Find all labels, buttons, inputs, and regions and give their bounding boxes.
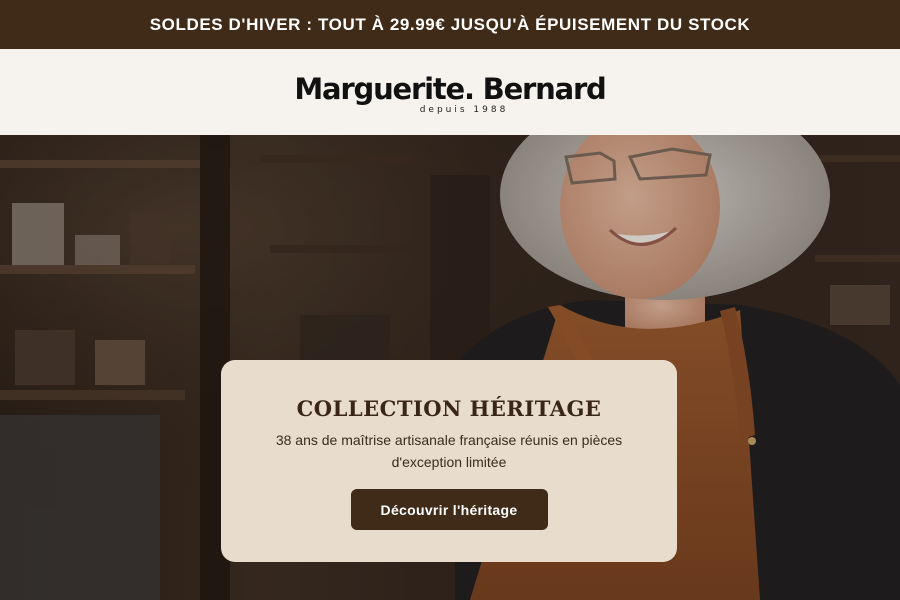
- brand-logo[interactable]: Marguerite. Bernard: [294, 74, 606, 104]
- promo-text: SOLDES D'HIVER : TOUT À 29.99€ JUSQU'À É…: [149, 14, 751, 34]
- site-header: Marguerite. Bernard depuis 1988: [0, 49, 900, 135]
- hero-title: COLLECTION HÉRITAGE: [296, 396, 602, 421]
- promo-banner: SOLDES D'HIVER : TOUT À 29.99€ JUSQU'À É…: [0, 0, 900, 49]
- hero-section: COLLECTION HÉRITAGE 38 ans de maîtrise a…: [0, 135, 900, 600]
- hero-card: COLLECTION HÉRITAGE 38 ans de maîtrise a…: [221, 360, 677, 562]
- discover-heritage-button[interactable]: Découvrir l'héritage: [350, 489, 548, 530]
- brand-tagline: depuis 1988: [419, 104, 509, 115]
- hero-subtitle: 38 ans de maîtrise artisanale française …: [275, 432, 623, 470]
